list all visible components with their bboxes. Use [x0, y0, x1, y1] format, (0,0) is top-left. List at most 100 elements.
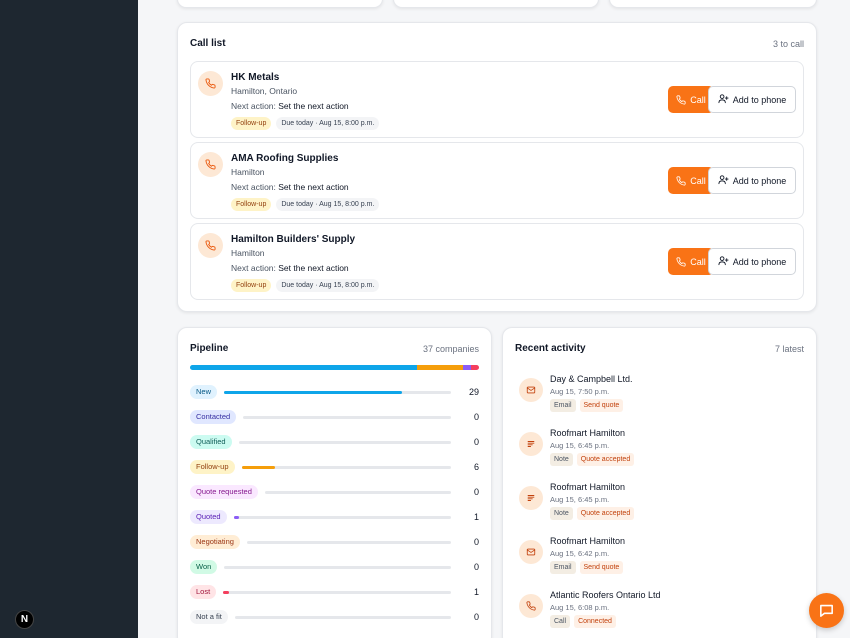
user-plus-icon: [718, 93, 729, 106]
stage-progress-track: [233, 515, 451, 519]
recent-activity-count: 7 latest: [774, 344, 804, 354]
stage-progress-fill: [233, 515, 240, 519]
add-to-phone-button[interactable]: Add to phone: [708, 86, 796, 113]
activity-time: Aug 15, 6:08 p.m.: [550, 603, 610, 612]
activity-result-badge: Send quote: [579, 399, 624, 412]
activity-company: Atlantic Roofers Ontario Ltd: [550, 590, 661, 600]
pipeline-card: Pipeline 37 companies New 29 Contacted 0 Qua…: [177, 327, 492, 638]
company-name[interactable]: Hamilton Builders' Supply: [231, 234, 355, 245]
phone-icon: [519, 594, 543, 618]
chat-button[interactable]: [809, 593, 844, 628]
stage-progress-track: [243, 415, 451, 419]
company-name[interactable]: AMA Roofing Supplies: [231, 153, 338, 164]
stat-card: [177, 0, 383, 8]
activity-item[interactable]: Roofmart Hamilton Aug 15, 6:45 p.m. Note Qu…: [515, 426, 805, 476]
mail-icon: [519, 540, 543, 564]
stage-label: Not a fit: [190, 610, 228, 624]
next-action: Next action: Set the next action: [231, 263, 349, 273]
activity-result-badge: Send quote: [579, 561, 624, 574]
chat-icon: [820, 604, 833, 617]
recent-activity-card: Recent activity 7 latest Day & Campbell …: [502, 327, 817, 638]
status-badge: Follow-up: [231, 198, 272, 211]
due-badge: Due today · Aug 15, 8:00 p.m.: [276, 198, 380, 211]
stat-card: [393, 0, 599, 8]
pipeline-bar-segment: [471, 365, 479, 370]
activity-type-badge: Email: [550, 399, 576, 412]
stage-progress-track: [224, 390, 451, 394]
stage-count: 6: [473, 462, 479, 472]
stage-count: 0: [473, 537, 479, 547]
pipeline-bar-segment: [416, 365, 464, 370]
activity-type-badge: Note: [550, 507, 573, 520]
stage-label: Follow-up: [190, 460, 235, 474]
stage-label: New: [190, 385, 218, 399]
pipeline-count: 37 companies: [422, 344, 479, 354]
due-badge: Due today · Aug 15, 8:00 p.m.: [276, 279, 380, 292]
call-list-item: HK Metals Hamilton, Ontario Next action: S…: [190, 61, 804, 138]
activity-type-badge: Email: [550, 561, 576, 574]
sidebar: N: [0, 0, 138, 638]
stage-progress-fill: [223, 590, 230, 594]
phone-icon: [198, 152, 223, 177]
phone-icon: [198, 71, 223, 96]
stage-count: 29: [468, 387, 479, 397]
user-plus-icon: [718, 174, 729, 187]
note-icon: [519, 486, 543, 510]
due-badge: Due today · Aug 15, 8:00 p.m.: [276, 117, 380, 130]
stage-progress-track: [234, 615, 451, 619]
activity-item[interactable]: Day & Campbell Ltd. Aug 15, 7:50 p.m. Emai…: [515, 372, 805, 422]
activity-item[interactable]: Atlantic Roofers Ontario Ltd Aug 15, 6:08…: [515, 588, 805, 638]
status-badge: Follow-up: [231, 117, 272, 130]
pipeline-title: Pipeline: [190, 343, 229, 354]
phone-icon: [198, 233, 223, 258]
activity-company: Roofmart Hamilton: [550, 482, 626, 492]
stage-progress-track: [264, 490, 451, 494]
mail-icon: [519, 378, 543, 402]
pipeline-row[interactable]: Lost 1: [190, 583, 479, 601]
next-action: Next action: Set the next action: [231, 182, 349, 192]
add-to-phone-button[interactable]: Add to phone: [708, 167, 796, 194]
stage-count: 1: [473, 587, 479, 597]
activity-company: Roofmart Hamilton: [550, 536, 626, 546]
activity-time: Aug 15, 6:45 p.m.: [550, 495, 610, 504]
activity-result-badge: Connected: [574, 615, 616, 628]
stage-count: 0: [473, 562, 479, 572]
pipeline-row[interactable]: Qualified 0: [190, 433, 479, 451]
pipeline-row[interactable]: Quoted 1: [190, 508, 479, 526]
pipeline-row[interactable]: Follow-up 6: [190, 458, 479, 476]
stage-progress-fill: [224, 390, 402, 394]
add-to-phone-button[interactable]: Add to phone: [708, 248, 796, 275]
activity-company: Day & Campbell Ltd.: [550, 374, 633, 384]
pipeline-row[interactable]: Not a fit 0: [190, 608, 479, 626]
stage-count: 0: [473, 412, 479, 422]
call-list-title: Call list: [190, 38, 226, 49]
note-icon: [519, 432, 543, 456]
pipeline-row[interactable]: Contacted 0: [190, 408, 479, 426]
pipeline-row[interactable]: New 29: [190, 383, 479, 401]
stage-label: Qualified: [190, 435, 232, 449]
pipeline-row[interactable]: Quote requested 0: [190, 483, 479, 501]
activity-result-badge: Quote accepted: [576, 507, 635, 520]
pipeline-bar-segment: [190, 365, 417, 370]
pipeline-row[interactable]: Won 0: [190, 558, 479, 576]
call-list-count: 3 to call: [772, 39, 804, 49]
stage-count: 0: [473, 612, 479, 622]
stage-progress-track: [241, 465, 451, 469]
stage-progress-fill: [241, 465, 276, 469]
pipeline-row[interactable]: Negotiating 0: [190, 533, 479, 551]
stage-label: Lost: [190, 585, 217, 599]
call-list-item: Hamilton Builders' Supply Hamilton Next ac…: [190, 223, 804, 300]
company-location: Hamilton: [231, 248, 265, 258]
company-name[interactable]: HK Metals: [231, 72, 279, 83]
stage-count: 0: [473, 437, 479, 447]
activity-item[interactable]: Roofmart Hamilton Aug 15, 6:42 p.m. Email S…: [515, 534, 805, 584]
stage-progress-track: [246, 540, 451, 544]
stage-label: Contacted: [190, 410, 237, 424]
company-location: Hamilton: [231, 167, 265, 177]
next-logo-icon[interactable]: N: [15, 610, 34, 629]
stage-label: Negotiating: [190, 535, 240, 549]
activity-item[interactable]: Roofmart Hamilton Aug 15, 6:45 p.m. Note Qu…: [515, 480, 805, 530]
pipeline-bar-segment: [463, 365, 472, 370]
call-list-item: AMA Roofing Supplies Hamilton Next action:…: [190, 142, 804, 219]
stage-label: Quoted: [190, 510, 227, 524]
